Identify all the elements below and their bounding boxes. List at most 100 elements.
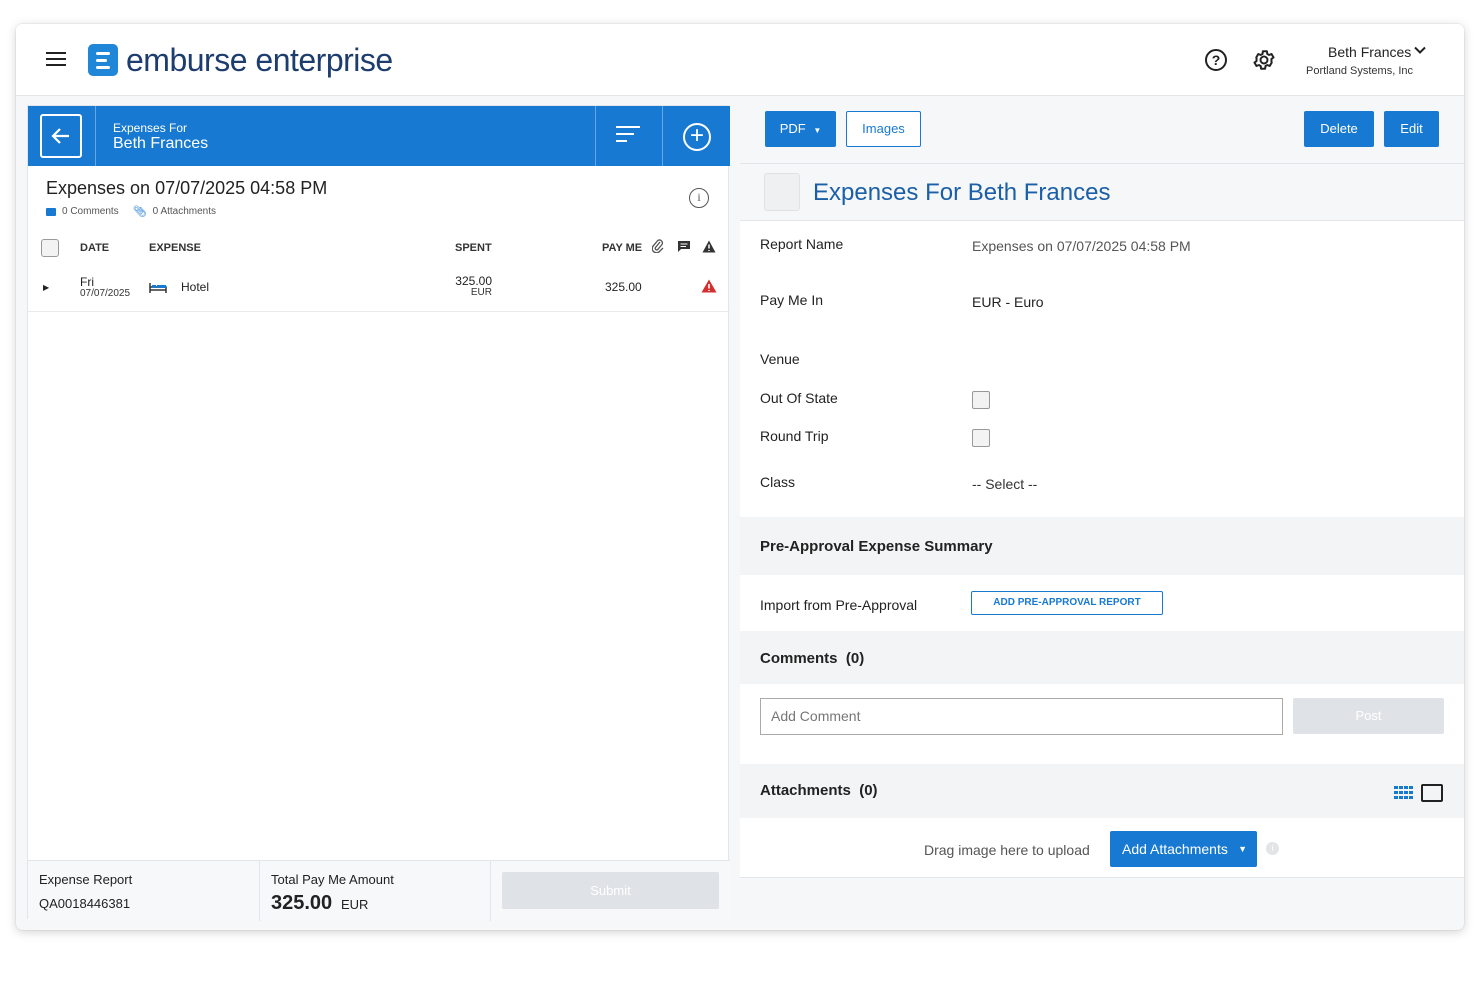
out-of-state-label: Out Of State — [760, 390, 838, 406]
comments-count[interactable]: 0 Comments — [62, 206, 119, 217]
left-panel-header: Expenses For Beth Frances + — [28, 106, 730, 166]
expense-report-id: QA0018446381 — [39, 896, 131, 911]
report-document-icon — [764, 173, 800, 211]
add-attachments-button[interactable]: Add Attachments ▼ — [1110, 831, 1257, 867]
round-trip-checkbox[interactable] — [972, 429, 990, 447]
add-expense-icon[interactable]: + — [683, 123, 711, 151]
divider — [662, 106, 663, 166]
paperclip-icon — [651, 239, 664, 258]
logo: emburse enterprise — [88, 42, 393, 78]
app-window: emburse enterprise ? Beth Frances Portla… — [16, 24, 1464, 930]
comment-input[interactable]: Add Comment — [760, 698, 1283, 735]
total-pay-me-value: 325.00 — [271, 892, 333, 914]
attachments-section-header: Attachments (0) — [740, 764, 1464, 818]
divider — [95, 106, 96, 166]
pdf-button-label: PDF — [779, 121, 806, 136]
post-button[interactable]: Post — [1293, 698, 1444, 734]
emburse-logo-icon — [88, 44, 118, 76]
detail-title-row: Expenses For Beth Frances — [740, 165, 1464, 221]
images-button[interactable]: Images — [846, 111, 921, 147]
hotel-bed-icon — [149, 281, 167, 293]
hamburger-menu-icon[interactable] — [46, 52, 66, 68]
pdf-button[interactable]: PDF ▼ — [765, 111, 836, 147]
column-header-expense[interactable]: EXPENSE — [149, 242, 201, 254]
row-spent: 325.00 — [455, 274, 492, 288]
divider — [595, 106, 596, 166]
attachments-count: (0) — [859, 782, 878, 799]
report-fields: Report Name Expenses on 07/07/2025 04:58… — [740, 221, 1464, 517]
class-select[interactable]: -- Select -- — [972, 476, 1037, 492]
caret-down-icon: ▼ — [813, 126, 822, 135]
row-expense-type: Hotel — [181, 280, 210, 294]
help-icon[interactable]: ? — [1205, 49, 1227, 71]
user-name[interactable]: Beth Frances — [1328, 44, 1411, 60]
expense-report-label: Expense Report — [39, 872, 133, 887]
warning-header-icon — [702, 240, 716, 258]
column-header-date[interactable]: DATE — [80, 242, 109, 254]
logo-text: emburse enterprise — [126, 41, 393, 78]
pre-approval-section: Import from Pre-Approval ADD PRE-APPROVA… — [740, 575, 1464, 631]
comments-section-header: Comments (0) — [740, 631, 1464, 684]
delete-button[interactable]: Delete — [1304, 111, 1374, 147]
row-currency: EUR — [470, 287, 492, 298]
warning-icon[interactable] — [701, 279, 717, 293]
comments-title: Comments (0) — [760, 650, 864, 667]
report-detail-panel: PDF ▼ Images Delete Edit Expenses For Be… — [740, 96, 1464, 930]
row-pay-me: 325.00 — [605, 280, 642, 294]
column-header-pay-me[interactable]: PAY ME — [602, 242, 642, 254]
attachments-title: Attachments (0) — [760, 782, 878, 799]
out-of-state-checkbox[interactable] — [972, 391, 990, 409]
grid-view-icon[interactable] — [1394, 786, 1414, 800]
total-pay-me-currency: EUR — [341, 897, 369, 912]
caret-down-icon: ▼ — [1238, 844, 1247, 854]
row-day: Fri — [80, 275, 94, 289]
pre-approval-section-header: Pre-Approval Expense Summary — [740, 517, 1464, 575]
gear-icon[interactable] — [1252, 48, 1276, 72]
submit-button[interactable]: Submit — [502, 872, 719, 909]
divider — [259, 861, 260, 921]
sort-icon[interactable] — [616, 126, 642, 146]
report-footer: Expense Report QA0018446381 Total Pay Me… — [28, 860, 730, 921]
report-meta: 0 Comments 📎︎ 0 Attachments — [46, 205, 216, 218]
import-pre-approval-label: Import from Pre-Approval — [760, 597, 918, 613]
round-trip-label: Round Trip — [760, 428, 829, 444]
select-all-checkbox[interactable] — [41, 239, 59, 257]
chevron-down-icon[interactable] — [1414, 43, 1426, 59]
divider — [490, 861, 491, 921]
pre-approval-title: Pre-Approval Expense Summary — [760, 538, 993, 555]
comment-icon — [677, 240, 691, 258]
comments-count: (0) — [845, 650, 865, 667]
detail-toolbar: PDF ▼ Images Delete Edit — [740, 96, 1464, 164]
pay-me-in-label: Pay Me In — [760, 292, 824, 308]
row-date: 07/07/2025 — [80, 288, 131, 299]
report-name-label: Report Name — [760, 236, 844, 252]
add-pre-approval-button[interactable]: ADD PRE-APPROVAL REPORT — [971, 591, 1163, 615]
back-button[interactable] — [40, 114, 82, 158]
comments-section: Add Comment Post — [740, 684, 1464, 764]
total-pay-me-label: Total Pay Me Amount — [271, 872, 394, 887]
attachments-count[interactable]: 0 Attachments — [153, 206, 216, 217]
report-title: Expenses on 07/07/2025 04:58 PM — [46, 178, 328, 198]
attachments-section: Drag image here to upload Add Attachment… — [740, 818, 1464, 878]
column-header-spent[interactable]: SPENT — [455, 242, 492, 254]
expense-list-panel: Expenses For Beth Frances + Expenses on … — [27, 105, 730, 921]
class-label: Class — [760, 474, 796, 490]
expand-row-icon[interactable]: ▶ — [43, 283, 49, 292]
user-company: Portland Systems, Inc — [1306, 65, 1413, 77]
top-bar: emburse enterprise ? Beth Frances Portla… — [16, 24, 1464, 96]
header-title: Beth Frances — [113, 135, 209, 152]
info-icon[interactable]: i — [689, 188, 709, 208]
paperclip-icon: 📎︎ — [132, 206, 147, 218]
report-name-value: Expenses on 07/07/2025 04:58 PM — [972, 238, 1191, 254]
expand-view-icon[interactable] — [1421, 784, 1443, 802]
header-subtitle: Expenses For — [113, 121, 188, 135]
add-attachments-label: Add Attachments — [1122, 841, 1228, 857]
page-title: Expenses For Beth Frances — [813, 179, 1111, 206]
venue-label: Venue — [760, 351, 800, 367]
info-icon[interactable]: i — [1266, 842, 1279, 855]
comment-icon — [46, 207, 56, 216]
row-divider — [28, 311, 730, 312]
pay-me-in-value: EUR - Euro — [972, 294, 1044, 310]
comments-title-text: Comments — [760, 650, 838, 667]
edit-button[interactable]: Edit — [1384, 111, 1439, 147]
